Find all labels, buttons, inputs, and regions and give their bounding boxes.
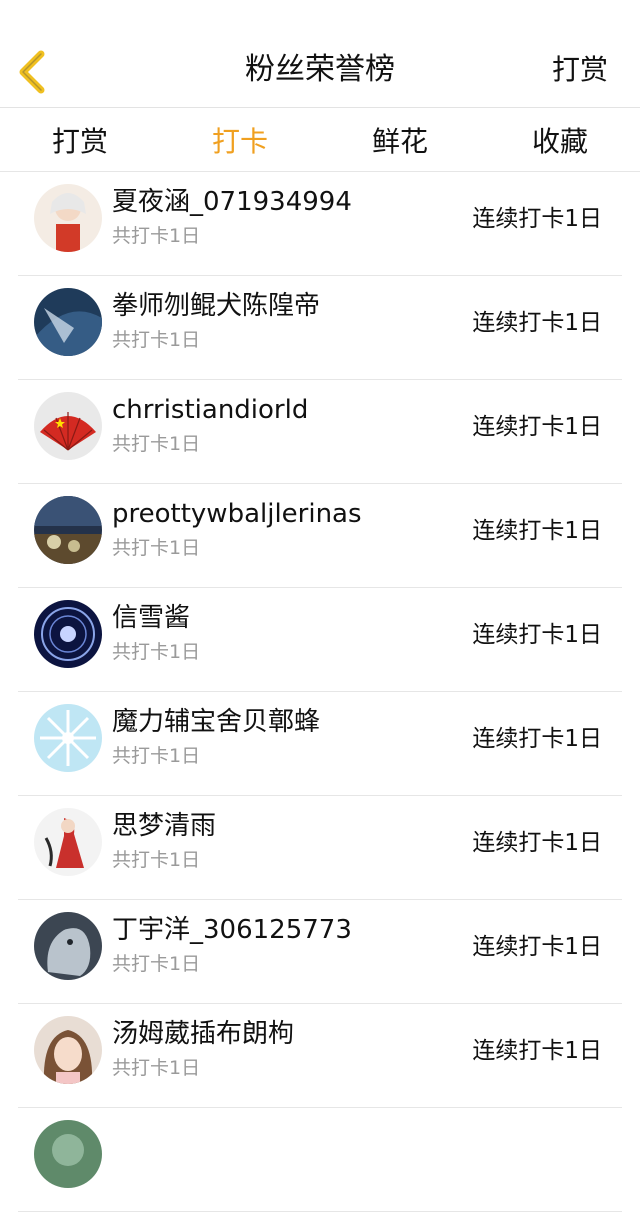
avatar[interactable] [34, 808, 102, 876]
page-title: 粉丝荣誉榜 [245, 52, 395, 87]
avatar[interactable] [34, 184, 102, 252]
total-checkin: 共打卡1日 [112, 537, 201, 559]
list-item[interactable]: 丁宇洋_306125773 共打卡1日 连续打卡1日 [18, 900, 622, 1004]
user-name: 汤姆葳插布朗枸 [112, 1019, 295, 1049]
avatar[interactable] [34, 704, 102, 772]
list-item[interactable]: 魔力辅宝舍贝鄣蜂 共打卡1日 连续打卡1日 [18, 692, 622, 796]
total-checkin: 共打卡1日 [112, 225, 201, 247]
total-checkin: 共打卡1日 [112, 433, 201, 455]
user-name: 思梦清雨 [112, 811, 217, 841]
avatar[interactable] [34, 1016, 102, 1084]
streak-label: 连续打卡1日 [472, 830, 602, 856]
streak-label: 连续打卡1日 [472, 1038, 602, 1064]
streak-label: 连续打卡1日 [472, 726, 602, 752]
list-item[interactable]: 夏夜涵_071934994 共打卡1日 连续打卡1日 [18, 172, 622, 276]
total-checkin: 共打卡1日 [112, 329, 201, 351]
total-checkin: 共打卡1日 [112, 849, 201, 871]
streak-label: 连续打卡1日 [472, 206, 602, 232]
list-item[interactable]: chrristiandiorld 共打卡1日 连续打卡1日 [18, 380, 622, 484]
tab-flowers[interactable]: 鲜花 [320, 108, 480, 171]
fan-list: 夏夜涵_071934994 共打卡1日 连续打卡1日 拳师刎鲲犬陈隍帝 共打卡1… [0, 172, 640, 1212]
avatar[interactable] [34, 392, 102, 460]
tab-reward[interactable]: 打赏 [0, 108, 160, 171]
user-name: 魔力辅宝舍贝鄣蜂 [112, 707, 321, 737]
streak-label: 连续打卡1日 [472, 518, 602, 544]
user-name: 拳师刎鲲犬陈隍帝 [112, 291, 321, 321]
tab-bar: 打赏 打卡 鲜花 收藏 [0, 108, 640, 172]
total-checkin: 共打卡1日 [112, 953, 201, 975]
tab-favorites[interactable]: 收藏 [480, 108, 640, 171]
total-checkin: 共打卡1日 [112, 1057, 201, 1079]
list-item[interactable]: 拳师刎鲲犬陈隍帝 共打卡1日 连续打卡1日 [18, 276, 622, 380]
user-name: chrristiandiorld [112, 395, 309, 425]
avatar[interactable] [34, 1120, 102, 1188]
streak-label: 连续打卡1日 [472, 310, 602, 336]
list-item[interactable]: 信雪酱 共打卡1日 连续打卡1日 [18, 588, 622, 692]
user-name: 信雪酱 [112, 603, 191, 633]
list-item[interactable]: 汤姆葳插布朗枸 共打卡1日 连续打卡1日 [18, 1004, 622, 1108]
tab-checkin[interactable]: 打卡 [160, 108, 320, 171]
total-checkin: 共打卡1日 [112, 745, 201, 767]
avatar[interactable] [34, 600, 102, 668]
reward-button[interactable]: 打赏 [552, 50, 608, 90]
list-item[interactable]: preottywbaljlerinas 共打卡1日 连续打卡1日 [18, 484, 622, 588]
streak-label: 连续打卡1日 [472, 934, 602, 960]
user-name: 夏夜涵_071934994 [112, 187, 352, 217]
avatar[interactable] [34, 496, 102, 564]
streak-label: 连续打卡1日 [472, 622, 602, 648]
total-checkin: 共打卡1日 [112, 641, 201, 663]
user-name: 丁宇洋_306125773 [112, 915, 352, 945]
user-name: preottywbaljlerinas [112, 499, 362, 529]
avatar[interactable] [34, 912, 102, 980]
avatar[interactable] [34, 288, 102, 356]
list-item[interactable] [18, 1108, 622, 1212]
list-item[interactable]: 思梦清雨 共打卡1日 连续打卡1日 [18, 796, 622, 900]
streak-label: 连续打卡1日 [472, 414, 602, 440]
top-bar: 粉丝荣誉榜 打赏 [0, 0, 640, 108]
